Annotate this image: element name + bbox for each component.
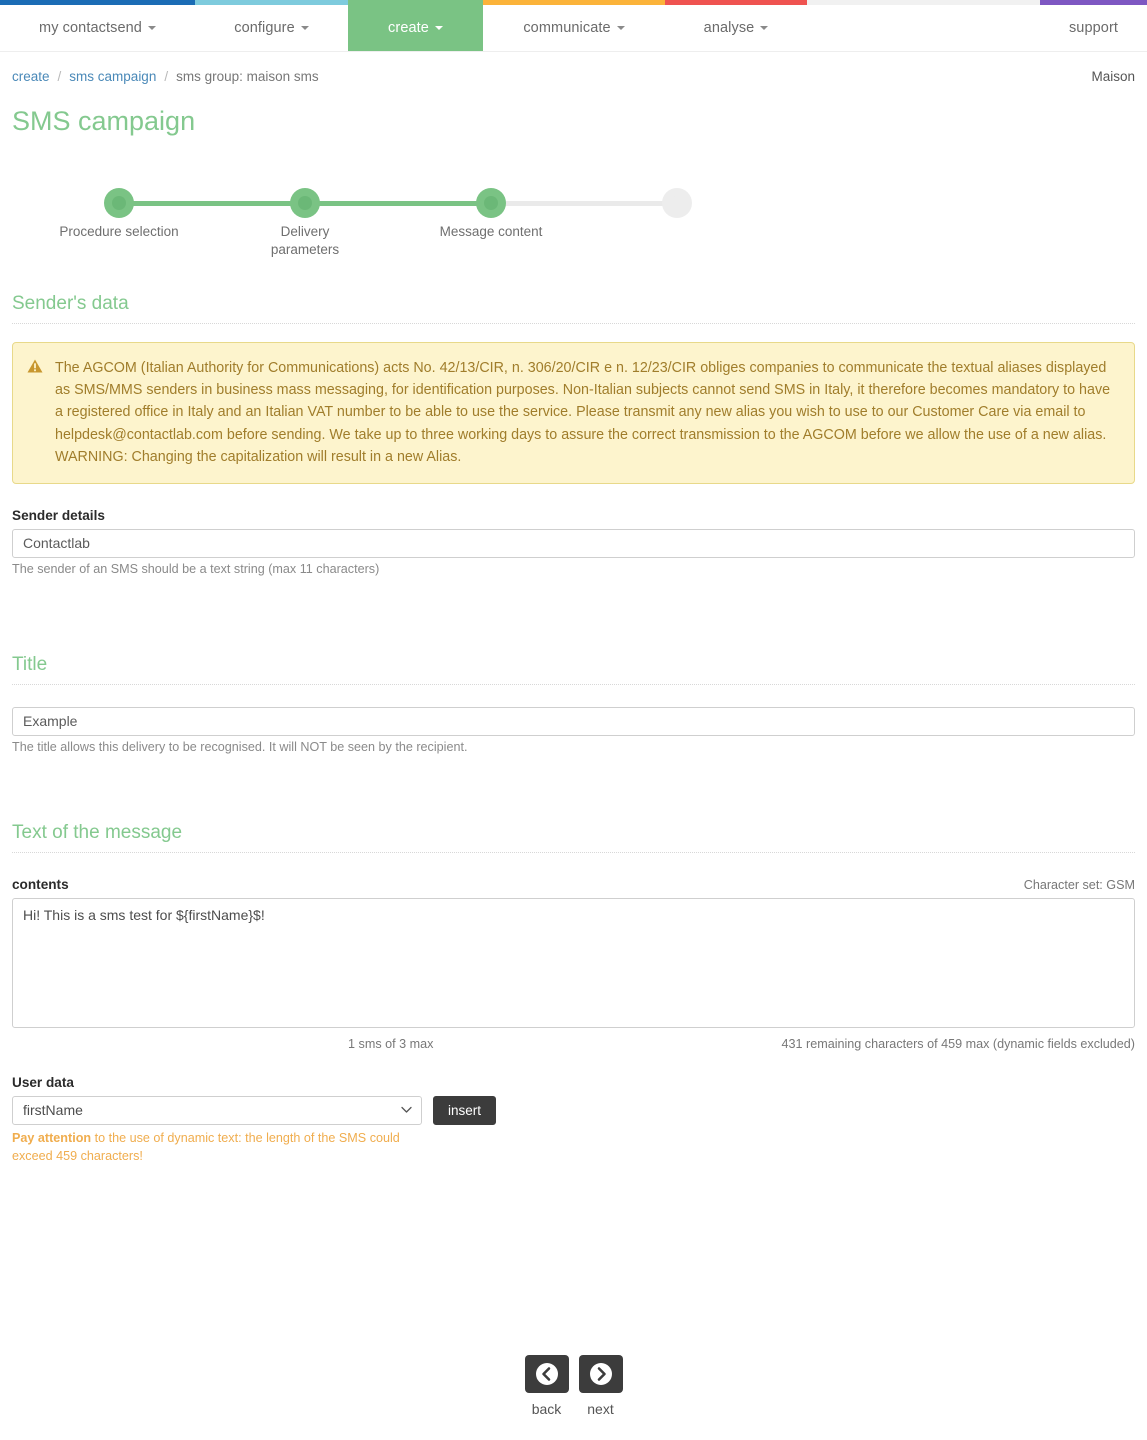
nav-label-configure: configure xyxy=(234,20,295,36)
stepper-label-line1: Delivery xyxy=(280,224,330,240)
insert-button[interactable]: insert xyxy=(433,1095,497,1125)
back-button-label: back xyxy=(531,1401,562,1417)
footer-navigation: back next xyxy=(0,1355,1147,1417)
dynamic-text-warning-bold: Pay attention xyxy=(12,1130,92,1145)
stepper-dot-inner xyxy=(298,196,312,211)
message-textarea[interactable]: Hi! This is a sms test for ${firstName}$… xyxy=(12,897,1135,1028)
stepper-dot-inner xyxy=(112,196,126,211)
contents-header: contents Character set: GSM xyxy=(12,877,1135,892)
stepper-dot-message-content[interactable] xyxy=(476,188,506,219)
sms-counter: 1 sms of 3 max xyxy=(348,1036,434,1051)
stepper-dot-procedure-selection[interactable] xyxy=(104,188,134,219)
agcom-alert-body: The AGCOM (Italian Authority for Communi… xyxy=(29,357,1118,468)
stepper-dot-inner xyxy=(670,196,684,211)
breadcrumb-separator: / xyxy=(57,69,62,84)
section-divider xyxy=(12,851,1135,853)
chevron-right-circle-icon xyxy=(589,1363,612,1385)
chevron-left-circle-icon xyxy=(535,1363,558,1385)
nav-item-communicate[interactable]: communicate xyxy=(483,5,665,51)
stepper-track: Procedure selection Delivery parameters … xyxy=(59,175,767,257)
charset-label: Character set: GSM xyxy=(1023,877,1135,892)
nav-label-support: support xyxy=(1068,20,1119,36)
sender-details-label: Sender details xyxy=(12,507,105,523)
progress-stepper: Procedure selection Delivery parameters … xyxy=(12,175,1135,257)
contents-label: contents xyxy=(12,876,69,892)
next-button-label: next xyxy=(587,1401,614,1417)
stepper-dot-inner xyxy=(484,196,498,211)
title-section-heading: Title xyxy=(12,653,48,675)
breadcrumb-item-create[interactable]: create xyxy=(12,69,50,84)
breadcrumb-separator: / xyxy=(164,69,169,84)
agcom-alert-text: The AGCOM (Italian Authority for Communi… xyxy=(55,360,1111,443)
chevron-down-icon xyxy=(434,26,443,30)
sender-details-input[interactable] xyxy=(12,528,1135,558)
user-data-label: User data xyxy=(12,1074,74,1090)
nav-item-configure[interactable]: configure xyxy=(195,5,348,51)
user-data-select[interactable]: firstName xyxy=(12,1095,422,1125)
nav-label-communicate: communicate xyxy=(523,20,611,36)
message-section-heading: Text of the message xyxy=(12,821,183,843)
stepper-label-line2: parameters xyxy=(270,242,340,258)
nav-label-create: create xyxy=(388,20,429,36)
user-data-select-wrap: firstName xyxy=(12,1095,422,1125)
breadcrumb: create / sms campaign / sms group: maiso… xyxy=(12,52,1135,84)
warning-triangle-icon xyxy=(27,359,43,373)
account-name: Maison xyxy=(1091,69,1135,84)
stepper-label-delivery-parameters: Delivery parameters xyxy=(225,223,385,259)
next-button[interactable] xyxy=(578,1355,623,1393)
breadcrumb-item-current: sms group: maison sms xyxy=(176,69,319,84)
chevron-down-icon xyxy=(760,26,769,30)
stepper-dot-delivery-parameters[interactable] xyxy=(290,188,320,219)
title-help: The title allows this delivery to be rec… xyxy=(12,739,468,754)
message-counters: 1 sms of 3 max 431 remaining characters … xyxy=(12,1037,1135,1051)
page-title: SMS campaign xyxy=(12,106,196,136)
title-input[interactable] xyxy=(12,706,1135,736)
chevron-down-icon xyxy=(147,26,156,30)
stepper-dot-final[interactable] xyxy=(662,188,692,219)
chevron-down-icon xyxy=(300,26,309,30)
back-button[interactable] xyxy=(524,1355,569,1393)
nav-item-analyse[interactable]: analyse xyxy=(665,5,807,51)
chevron-down-icon xyxy=(616,26,625,30)
stepper-label-message-content: Message content xyxy=(439,224,543,240)
next-button-wrap: next xyxy=(578,1355,623,1417)
message-section: Text of the message contents Character s… xyxy=(12,822,1135,1166)
nav-label-analyse: analyse xyxy=(703,20,755,36)
nav-label-my-contactsend: my contactsend xyxy=(39,20,142,36)
main-navigation: my contactsend configure create communic… xyxy=(0,5,1147,52)
character-counter: 431 remaining characters of 459 max (dyn… xyxy=(781,1036,1136,1051)
breadcrumb-item-sms-campaign[interactable]: sms campaign xyxy=(69,69,156,84)
section-divider xyxy=(12,323,1135,325)
senders-data-section: Sender's data The AGCOM (Italian Authori… xyxy=(12,293,1135,576)
user-data-row: firstName insert xyxy=(12,1095,1135,1125)
title-section: Title The title allows this delivery to … xyxy=(12,654,1135,754)
nav-item-my-contactsend[interactable]: my contactsend xyxy=(0,5,195,51)
dynamic-text-warning: Pay attention to the use of dynamic text… xyxy=(12,1129,442,1166)
stepper-label-procedure-selection: Procedure selection xyxy=(59,224,179,240)
nav-item-support[interactable]: support xyxy=(1040,5,1147,51)
back-button-wrap: back xyxy=(524,1355,569,1417)
nav-item-create[interactable]: create xyxy=(348,5,483,51)
agcom-alert-warning-line: WARNING: Changing the capitalization wil… xyxy=(55,448,462,465)
senders-data-title: Sender's data xyxy=(12,293,129,315)
sender-details-help: The sender of an SMS should be a text st… xyxy=(12,561,380,576)
agcom-alert: The AGCOM (Italian Authority for Communi… xyxy=(12,342,1135,484)
page-container: create / sms campaign / sms group: maiso… xyxy=(0,52,1147,1165)
